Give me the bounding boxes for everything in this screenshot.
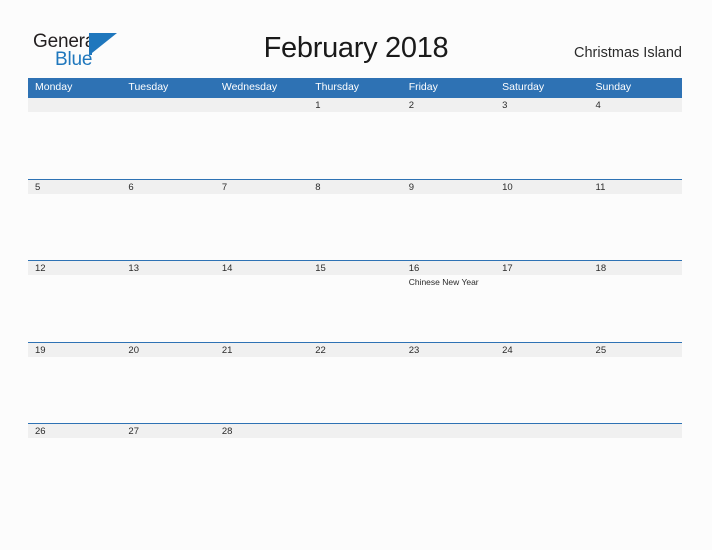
page-header: General Blue February 2018 Christmas Isl… [0, 0, 712, 78]
day-number: 24 [502, 344, 513, 356]
day-cell[interactable]: 2 [402, 98, 495, 179]
day-number: 18 [595, 263, 607, 274]
day-number: 28 [221, 426, 233, 437]
day-cell[interactable] [589, 424, 682, 505]
day-cell[interactable]: 24 [495, 343, 588, 424]
weekday-header-monday: Monday [35, 81, 73, 93]
day-number: 19 [35, 344, 46, 356]
day-number: 25 [595, 344, 607, 356]
day-number: 1 [315, 100, 321, 111]
day-cell[interactable]: 11 [589, 180, 682, 261]
day-cell[interactable]: 27 [121, 424, 214, 505]
day-cell[interactable]: 25 [589, 343, 682, 424]
day-number: 14 [221, 263, 233, 274]
day-number: 4 [595, 100, 601, 111]
weekday-header-wednesday: Wednesday [221, 81, 278, 93]
day-number: 9 [408, 181, 414, 193]
day-cell[interactable]: 7 [215, 180, 308, 261]
day-cell[interactable]: 6 [121, 180, 214, 261]
day-number: 11 [595, 181, 606, 193]
day-cell[interactable]: 20 [121, 343, 214, 424]
day-number: 26 [35, 426, 46, 437]
day-cell[interactable] [308, 424, 401, 505]
day-cell[interactable] [495, 424, 588, 505]
day-cell[interactable]: 28 [215, 424, 308, 505]
day-number: 12 [35, 263, 46, 274]
day-cell[interactable]: 8 [308, 180, 401, 261]
day-number: 7 [221, 181, 228, 193]
day-cell[interactable]: 3 [495, 98, 588, 179]
day-cell[interactable] [402, 424, 495, 505]
weekday-header-sunday: Sunday [595, 81, 632, 93]
weekday-header-row: Monday Tuesday Wednesday Thursday Friday… [28, 78, 682, 97]
day-number: 13 [128, 263, 139, 274]
weekday-header-thursday: Thursday [315, 81, 360, 93]
weekday-header-tuesday: Tuesday [128, 81, 169, 93]
day-cell[interactable]: 10 [495, 180, 588, 261]
day-cell[interactable]: 21 [215, 343, 308, 424]
day-cell[interactable]: 18 [589, 261, 682, 342]
day-number: 22 [315, 344, 326, 356]
day-cell[interactable] [121, 98, 214, 179]
day-cell[interactable]: 22 [308, 343, 401, 424]
day-event: Chinese New Year [408, 277, 479, 287]
day-cell[interactable]: 15 [308, 261, 401, 342]
day-number: 3 [502, 100, 508, 111]
calendar-week-row: 26 27 28 [28, 423, 682, 505]
day-number: 10 [502, 181, 513, 193]
day-number: 15 [315, 263, 326, 274]
calendar-page: General Blue February 2018 Christmas Isl… [0, 0, 712, 550]
day-number: 8 [315, 181, 321, 193]
day-cell[interactable] [215, 98, 308, 179]
day-number: 21 [221, 344, 233, 356]
day-cell[interactable]: 5 [28, 180, 121, 261]
calendar-grid: Monday Tuesday Wednesday Thursday Friday… [28, 78, 682, 505]
weekday-header-friday: Friday [408, 81, 438, 93]
day-cell[interactable]: 26 [28, 424, 121, 505]
weekday-header-saturday: Saturday [502, 81, 545, 93]
day-number: 2 [408, 100, 414, 111]
calendar-week-row: 1 2 3 4 [28, 97, 682, 179]
day-number: 20 [128, 344, 139, 356]
day-number: 16 [408, 263, 420, 274]
region-label: Christmas Island [574, 45, 682, 61]
calendar-week-row: 5 6 7 8 9 10 11 [28, 178, 682, 261]
day-cell[interactable] [28, 98, 121, 179]
calendar-week-row: 19 20 21 22 23 24 25 [28, 341, 682, 424]
day-number: 5 [35, 181, 41, 193]
day-cell[interactable]: 23 [402, 343, 495, 424]
day-cell[interactable]: 13 [121, 261, 214, 342]
day-cell-with-event[interactable]: 16 Chinese New Year [402, 261, 495, 342]
day-cell[interactable]: 9 [402, 180, 495, 261]
day-cell[interactable]: 19 [28, 343, 121, 424]
day-number: 17 [502, 263, 513, 274]
day-number: 23 [408, 344, 420, 356]
day-cell[interactable]: 4 [589, 98, 682, 179]
day-number: 27 [128, 426, 139, 437]
day-cell[interactable]: 12 [28, 261, 121, 342]
day-cell[interactable]: 17 [495, 261, 588, 342]
day-cell[interactable]: 14 [215, 261, 308, 342]
day-cell[interactable]: 1 [308, 98, 401, 179]
day-number: 6 [128, 181, 134, 193]
calendar-week-row: 12 13 14 15 16 Chinese New Year 17 18 [28, 260, 682, 342]
